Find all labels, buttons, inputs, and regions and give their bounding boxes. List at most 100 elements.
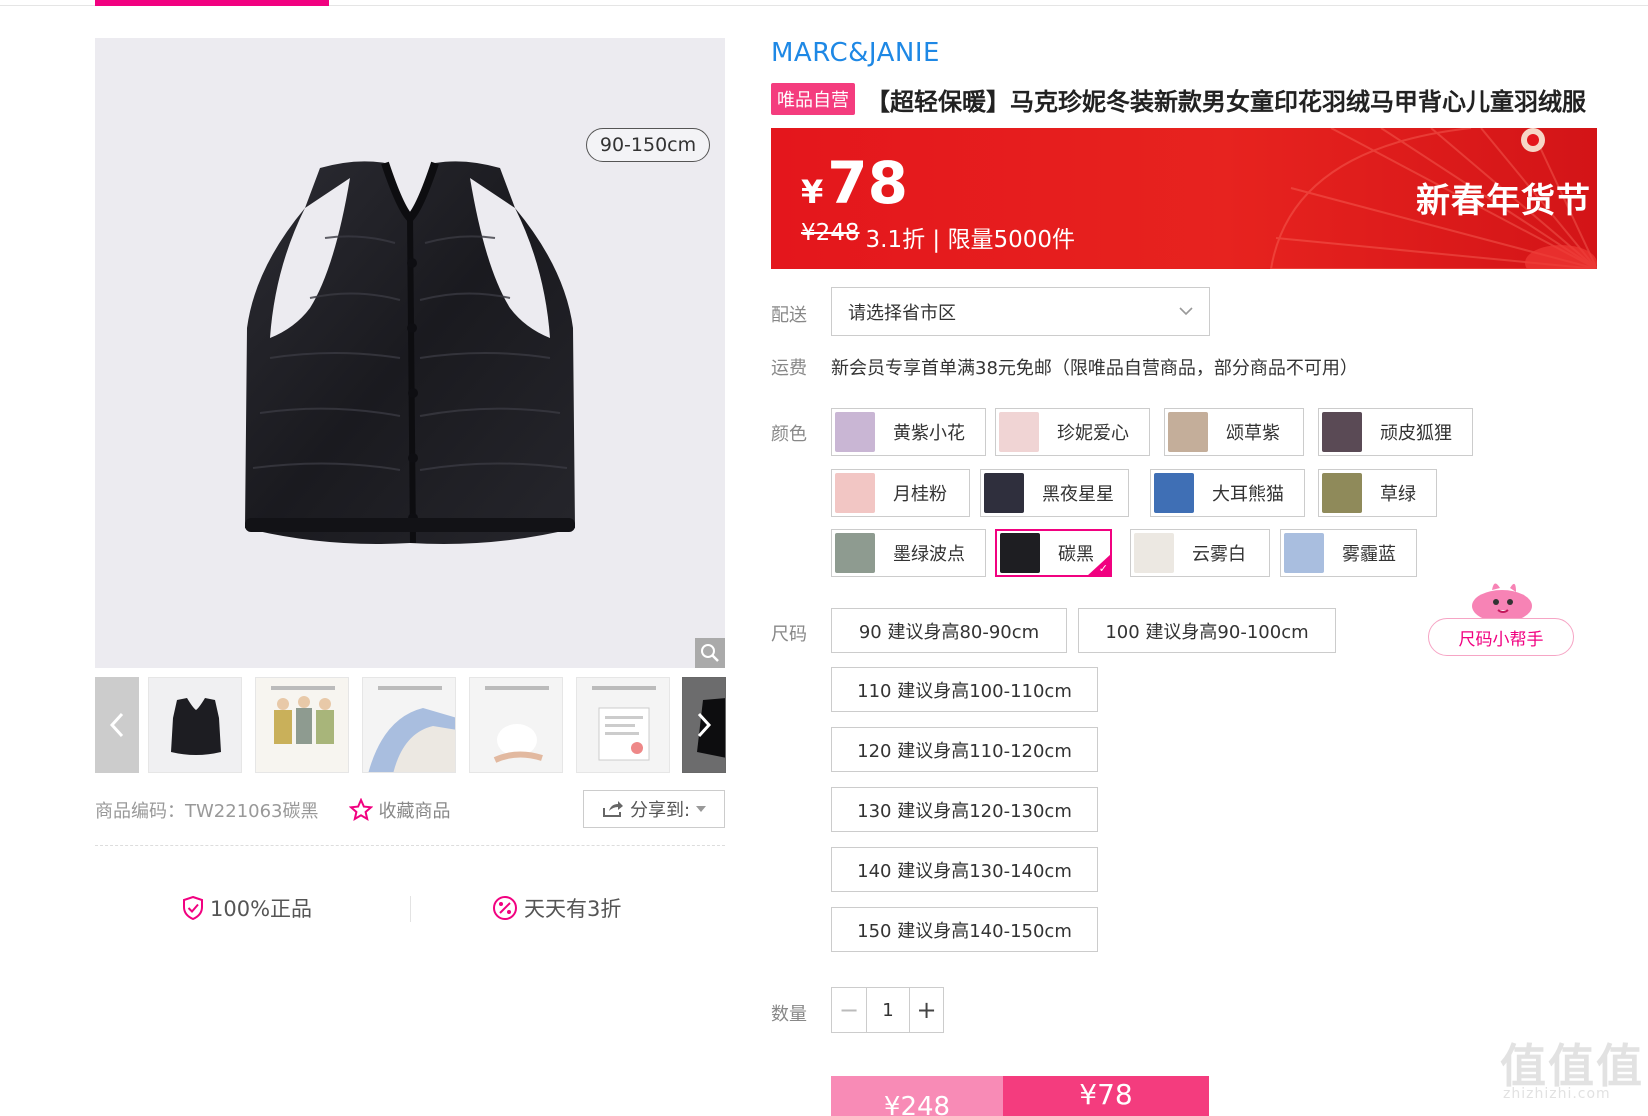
product-meta-row: 商品编码：TW221063碳黑 收藏商品 分享到: [95,790,725,830]
color-option[interactable]: 大耳熊猫 [1150,469,1305,517]
current-price: ¥ 78 [801,154,908,212]
guarantee-discount: 天天有3折 [492,893,621,923]
shipping-label: 运费 [771,358,807,379]
price-subline: ¥248 3.1折 | 限量5000件 [801,220,1075,254]
color-swatch [1154,473,1194,513]
color-option[interactable]: 草绿 [1318,469,1437,517]
color-option-label: 墨绿波点 [893,544,965,565]
size-option[interactable]: 130 建议身高120-130cm [831,787,1098,832]
quantity-label: 数量 [771,1004,807,1025]
currency-symbol: ¥ [801,173,824,211]
caret-down-icon [696,806,707,812]
guarantee-discount-label: 天天有3折 [524,897,622,921]
sku-code: 商品编码：TW221063碳黑 [95,801,319,822]
guarantee-authentic-label: 100%正品 [210,897,313,921]
guarantee-authentic: 100%正品 [182,893,312,923]
color-option-label: 大耳熊猫 [1212,484,1284,505]
color-option[interactable]: 月桂粉 [831,469,970,517]
color-swatch [1322,412,1362,452]
guarantee-separator [410,896,411,922]
shield-icon [183,896,203,920]
color-swatch [984,473,1024,513]
size-option[interactable]: 120 建议身高110-120cm [831,727,1098,772]
color-swatch [1000,533,1040,573]
color-option[interactable]: 雾霾蓝 [1280,529,1417,577]
check-icon: ✓ [1098,562,1108,575]
color-option[interactable]: 墨绿波点 [831,529,986,577]
thumbnail-next-button[interactable] [682,677,726,773]
thumbnail-fabric-detail[interactable] [362,677,456,773]
color-swatch [999,412,1039,452]
color-option[interactable]: 顽皮狐狸 [1318,408,1473,456]
region-select[interactable]: 请选择省市区 [831,287,1210,336]
size-option[interactable]: 110 建议身高100-110cm [831,667,1098,712]
thumbnail-prev-button[interactable] [95,677,139,773]
size-label: 尺码 [771,624,807,645]
buy-bar: ¥248 ¥78 [831,1076,1209,1116]
color-swatch [1134,533,1174,573]
share-dropdown[interactable]: 分享到: [583,790,725,828]
meta-divider [95,845,725,846]
share-label: 分享到: [629,800,691,821]
color-swatch [835,473,875,513]
size-option[interactable]: 140 建议身高130-140cm [831,847,1098,892]
buy-original-price-button[interactable]: ¥248 [831,1076,1003,1116]
favorite-label: 收藏商品 [378,801,451,822]
color-option-label: 黄紫小花 [893,423,965,444]
color-option-label: 雾霾蓝 [1342,544,1396,565]
chevron-down-icon [1179,307,1193,316]
thumbnail-down-filling[interactable] [469,677,563,773]
zoom-icon[interactable] [695,638,725,668]
color-option-label: 月桂粉 [893,484,947,505]
color-option[interactable]: 碳黑 ✓ [995,529,1112,577]
color-option-label: 顽皮狐狸 [1380,423,1452,444]
chevron-left-icon [109,712,124,738]
site-watermark-url: zhizhizhi.com [1503,1086,1611,1102]
color-option-label: 珍妮爱心 [1057,423,1129,444]
active-tab-indicator [95,0,329,6]
color-option[interactable]: 黄紫小花 [831,408,986,456]
color-option-label: 云雾白 [1192,544,1246,565]
color-label: 颜色 [771,424,807,445]
color-option[interactable]: 颂草紫 [1164,408,1304,456]
region-select-value: 请选择省市区 [848,302,956,324]
star-icon [348,798,373,822]
quantity-decrease-button[interactable]: − [832,988,866,1032]
thumbnail-black-vest[interactable] [148,677,242,773]
product-title: 【超轻保暖】马克珍妮冬装新款男女童印花羽绒马甲背心儿童羽绒服 [866,88,1586,116]
color-option[interactable]: 云雾白 [1130,529,1270,577]
quantity-stepper: − 1 + [831,987,944,1033]
size-option[interactable]: 90 建议身高80-90cm [831,608,1067,653]
brand-link[interactable]: MARC&JANIE [771,38,940,68]
share-icon [602,801,623,817]
color-swatch [1322,473,1362,513]
discount-text: 3.1折 | 限量5000件 [865,227,1076,253]
color-option[interactable]: 黑夜星星 [980,469,1129,517]
discount-icon [493,896,517,920]
buy-now-button[interactable]: ¥78 [1003,1076,1209,1116]
size-helper-button[interactable]: 尺码小帮手 [1428,618,1574,656]
color-swatch [835,412,875,452]
original-price: ¥248 [801,220,860,246]
color-swatch [835,533,875,573]
quantity-value[interactable]: 1 [866,988,909,1032]
price-banner: ¥ 78 ¥248 3.1折 | 限量5000件 新春年货节 [771,128,1597,269]
color-swatch [1168,412,1208,452]
favorite-button[interactable]: 收藏商品 [348,797,451,823]
size-helper-mascot-icon [1472,583,1532,622]
delivery-label: 配送 [771,305,807,326]
color-option-label: 草绿 [1380,484,1416,505]
chevron-right-icon [697,712,712,738]
shipping-info: 新会员专享首单满38元免邮（限唯品自营商品，部分商品不可用） [831,358,1358,379]
color-option-label: 颂草紫 [1226,423,1280,444]
thumbnail-kids-wearing[interactable] [255,677,349,773]
color-swatch [1284,533,1324,573]
size-option[interactable]: 100 建议身高90-100cm [1078,608,1336,653]
size-range-badge: 90-150cm [586,128,710,162]
color-option[interactable]: 珍妮爱心 [995,408,1150,456]
quantity-increase-button[interactable]: + [909,988,943,1032]
thumbnail-strip [95,677,726,773]
thumbnail-certificate[interactable] [576,677,670,773]
festival-label: 新春年货节 [1416,181,1591,221]
size-option[interactable]: 150 建议身高140-150cm [831,907,1098,952]
